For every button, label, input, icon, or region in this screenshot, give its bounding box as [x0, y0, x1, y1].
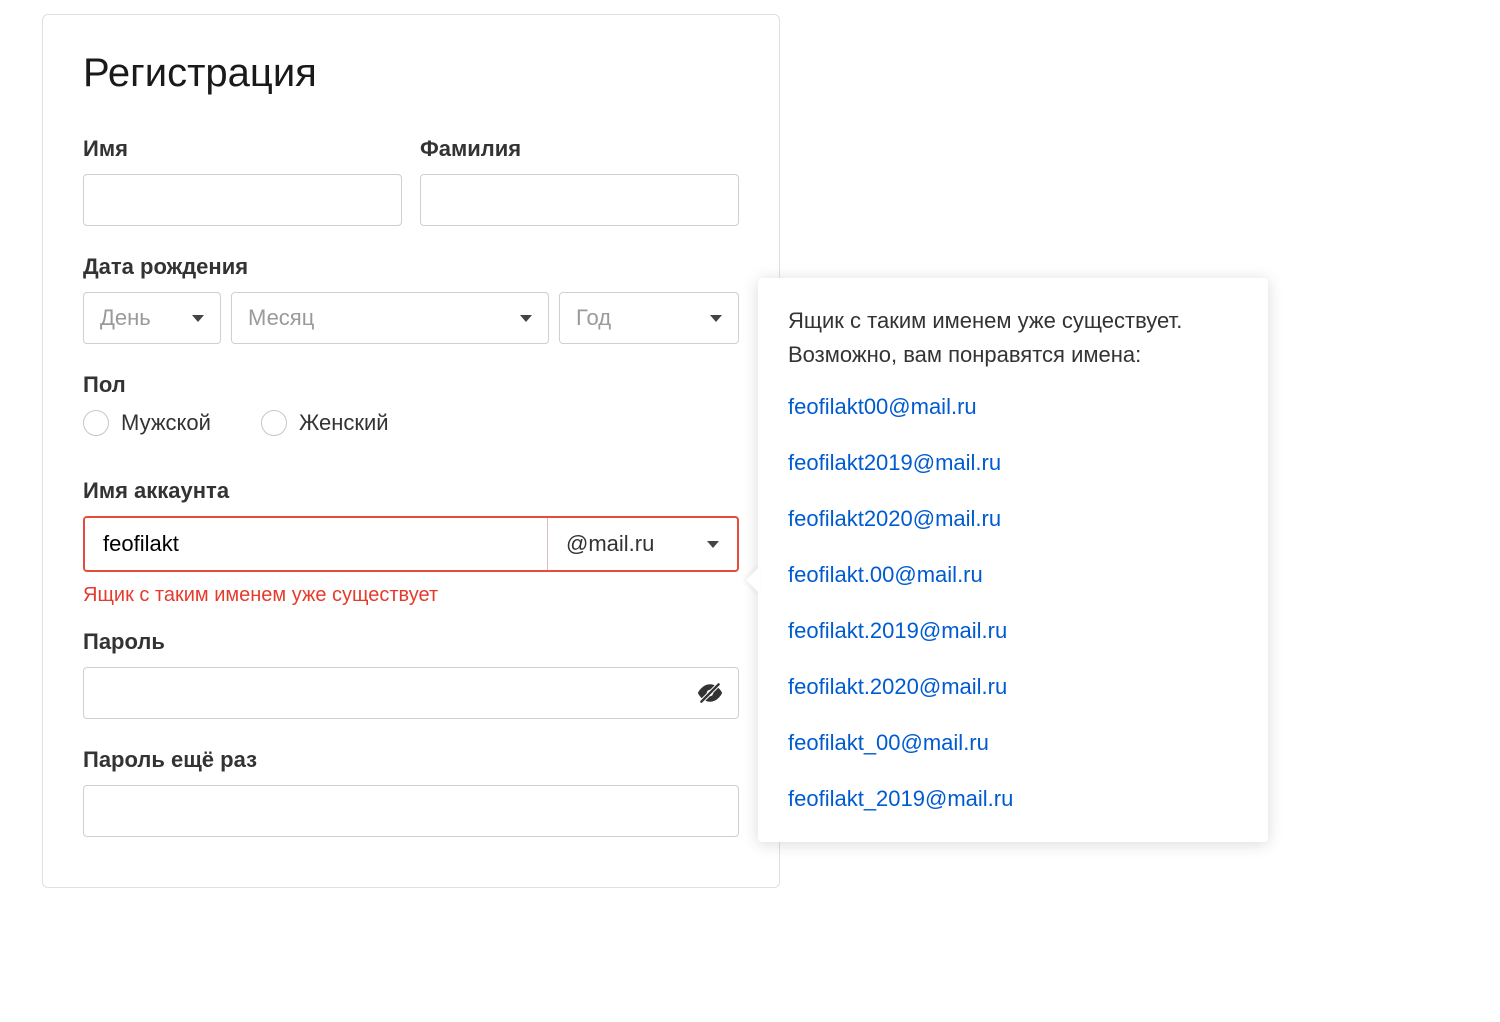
password-input-wrap — [83, 667, 739, 719]
suggestion-link[interactable]: feofilakt.2020@mail.ru — [788, 674, 1238, 700]
gender-label: Пол — [83, 372, 739, 398]
chevron-down-icon — [192, 315, 204, 322]
last-name-input-wrap — [420, 174, 739, 226]
account-row: @mail.ru — [83, 516, 739, 572]
dob-year-placeholder: Год — [576, 305, 611, 331]
dob-day-select[interactable]: День — [83, 292, 221, 344]
suggestion-link[interactable]: feofilakt.00@mail.ru — [788, 562, 1238, 588]
radio-circle-icon — [83, 410, 109, 436]
account-label: Имя аккаунта — [83, 478, 739, 504]
gender-male-radio[interactable]: Мужской — [83, 410, 211, 436]
chevron-down-icon — [710, 315, 722, 322]
dob-day-placeholder: День — [100, 305, 151, 331]
dob-label: Дата рождения — [83, 254, 739, 280]
suggestion-popup: Ящик с таким именем уже существует. Возм… — [758, 278, 1268, 842]
first-name-input[interactable] — [100, 186, 385, 214]
suggestion-list: feofilakt00@mail.ru feofilakt2019@mail.ru… — [788, 394, 1238, 812]
gender-female-label: Женский — [299, 410, 389, 436]
chevron-down-icon — [520, 315, 532, 322]
gender-female-radio[interactable]: Женский — [261, 410, 389, 436]
account-error-text: Ящик с таким именем уже существует — [83, 584, 739, 607]
suggestion-link[interactable]: feofilakt2019@mail.ru — [788, 450, 1238, 476]
suggestion-link[interactable]: feofilakt2020@mail.ru — [788, 506, 1238, 532]
popup-message-line1: Ящик с таким именем уже существует. — [788, 308, 1182, 333]
gender-male-label: Мужской — [121, 410, 211, 436]
last-name-input[interactable] — [437, 186, 722, 214]
dob-month-placeholder: Месяц — [248, 305, 314, 331]
dob-row: День Месяц Год — [83, 292, 739, 344]
radio-circle-icon — [261, 410, 287, 436]
dob-year-select[interactable]: Год — [559, 292, 739, 344]
password-confirm-label: Пароль ещё раз — [83, 747, 739, 773]
popup-message-line2: Возможно, вам понравятся имена: — [788, 342, 1141, 367]
last-name-label: Фамилия — [420, 136, 739, 162]
gender-row: Мужской Женский — [83, 410, 739, 436]
page-title: Регистрация — [83, 51, 739, 96]
account-input[interactable] — [85, 518, 547, 570]
popup-arrow-icon — [746, 566, 760, 594]
password-confirm-input[interactable] — [100, 797, 722, 825]
suggestion-link[interactable]: feofilakt_00@mail.ru — [788, 730, 1238, 756]
popup-message: Ящик с таким именем уже существует. Возм… — [788, 304, 1238, 372]
account-domain-value: @mail.ru — [566, 531, 654, 557]
password-confirm-input-wrap — [83, 785, 739, 837]
first-name-input-wrap — [83, 174, 402, 226]
registration-panel: Регистрация Имя Фамилия Дата рождения Де… — [42, 14, 780, 888]
password-label: Пароль — [83, 629, 739, 655]
account-domain-select[interactable]: @mail.ru — [547, 518, 737, 570]
suggestion-link[interactable]: feofilakt00@mail.ru — [788, 394, 1238, 420]
chevron-down-icon — [707, 541, 719, 548]
name-row: Имя Фамилия — [83, 136, 739, 226]
dob-month-select[interactable]: Месяц — [231, 292, 549, 344]
first-name-label: Имя — [83, 136, 402, 162]
suggestion-link[interactable]: feofilakt_2019@mail.ru — [788, 786, 1238, 812]
suggestion-link[interactable]: feofilakt.2019@mail.ru — [788, 618, 1238, 644]
password-input[interactable] — [100, 679, 722, 707]
eye-off-icon[interactable] — [696, 679, 724, 707]
